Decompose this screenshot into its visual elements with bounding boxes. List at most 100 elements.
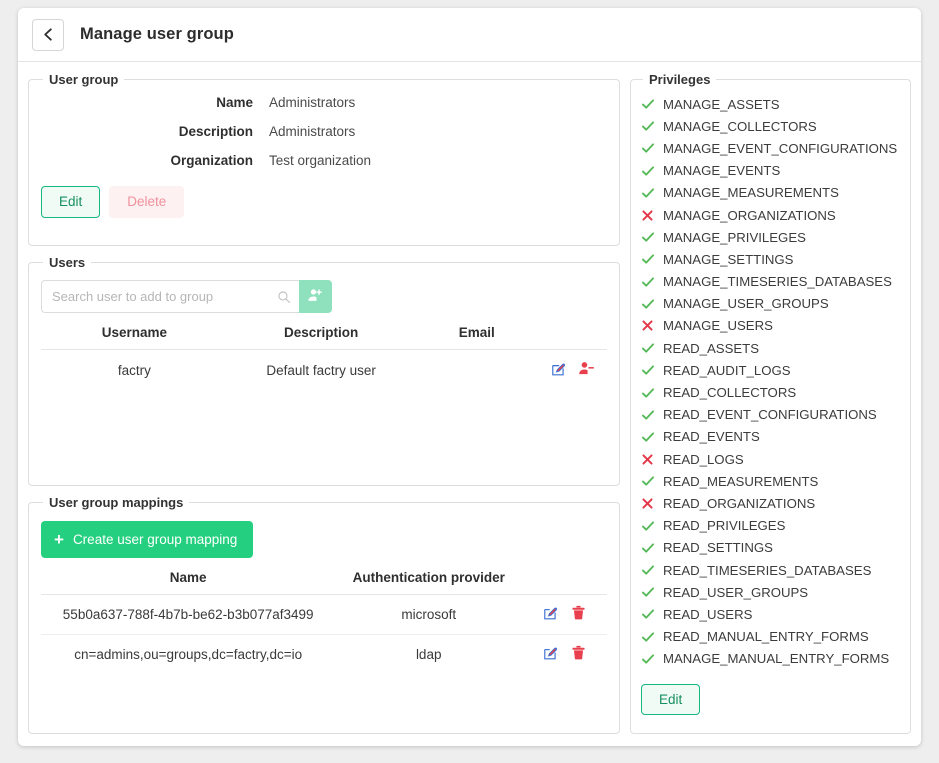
check-icon [641,652,663,666]
mapping-provider-cell: microsoft [335,594,523,636]
page-body: User group Name Administrators Descripti… [18,62,921,746]
back-button[interactable] [32,18,64,51]
user-search-wrapper [41,280,299,314]
users-table-header-row: Username Description Email [41,319,607,351]
privilege-name: READ_USERS [663,606,753,622]
check-icon [641,386,663,400]
privilege-name: READ_EVENT_CONFIGURATIONS [663,407,877,423]
table-row: factry Default factry user [41,350,607,391]
privilege-name: MANAGE_TIMESERIES_DATABASES [663,274,892,290]
edit-mapping-button[interactable] [539,605,563,624]
search-input[interactable] [41,280,299,314]
edit-user-button[interactable] [547,361,571,380]
privilege-name: MANAGE_EVENTS [663,163,781,179]
privilege-item: MANAGE_TIMESERIES_DATABASES [641,271,898,293]
check-icon [641,230,663,244]
pencil-square-icon [543,647,559,664]
users-legend: Users [49,255,86,271]
privilege-name: MANAGE_MEASUREMENTS [663,185,839,201]
right-column: Privileges MANAGE_ASSETS MANAGE_COLLECTOR… [630,72,911,734]
privilege-name: MANAGE_ASSETS [663,96,780,112]
field-organization-row: Organization Test organization [41,153,607,168]
check-icon [641,519,663,533]
trash-icon [571,606,586,624]
privilege-item: READ_ORGANIZATIONS [641,492,898,514]
check-icon [641,585,663,599]
app-root: Manage user group User group Name Admini… [0,0,939,763]
privilege-item: MANAGE_EVENTS [641,160,898,182]
check-icon [641,630,663,644]
add-user-button[interactable] [299,280,332,314]
field-organization-label: Organization [170,153,253,168]
privilege-item: MANAGE_EVENT_CONFIGURATIONS [641,137,898,159]
privilege-name: READ_SETTINGS [663,540,773,556]
mappings-col-provider: Authentication provider [335,564,523,596]
users-col-email: Email [414,319,540,351]
edit-user-group-button[interactable]: Edit [41,186,101,218]
create-mapping-label: Create user group mapping [72,532,238,548]
check-icon [641,607,663,621]
mappings-table-header-row: Name Authentication provider [41,564,607,596]
users-col-username: Username [41,319,228,351]
remove-user-button[interactable] [574,360,599,380]
page-title: Manage user group [80,25,234,43]
check-icon [641,474,663,488]
cross-icon [641,319,663,332]
user-search-row [41,280,607,314]
users-table: Username Description Email factry Defaul… [41,319,607,390]
chevron-left-icon [41,27,56,42]
create-user-group-mapping-button[interactable]: + Create user group mapping [41,521,254,559]
privilege-item: MANAGE_MEASUREMENTS [641,182,898,204]
privilege-item: READ_TIMESERIES_DATABASES [641,559,898,581]
check-icon [641,563,663,577]
user-group-legend: User group [49,72,119,87]
privileges-legend: Privileges [649,72,711,87]
user-minus-icon [578,362,595,380]
privilege-item: READ_COLLECTORS [641,381,898,403]
mapping-row-actions [522,594,607,636]
mapping-name-cell: cn=admins,ou=groups,dc=factry,dc=io [74,647,303,663]
mapping-row-actions [522,635,607,675]
check-icon [641,363,663,377]
pencil-square-icon [543,607,559,624]
privileges-actions: Edit [641,683,898,716]
user-email-cell [415,350,540,391]
privileges-panel: Privileges MANAGE_ASSETS MANAGE_COLLECTOR… [630,72,911,734]
edit-privileges-button[interactable]: Edit [641,683,701,716]
privilege-name: MANAGE_EVENT_CONFIGURATIONS [663,140,898,156]
mapping-provider-cell: ldap [415,647,442,663]
field-organization-value: Test organization [269,153,372,168]
privilege-name: READ_TIMESERIES_DATABASES [663,562,872,578]
user-row-actions [539,350,607,391]
privilege-name: MANAGE_COLLECTORS [663,118,817,134]
check-icon [641,119,663,133]
privilege-name: READ_MANUAL_ENTRY_FORMS [663,629,869,645]
users-panel: Users Search user to add to group Userna… [28,255,620,487]
check-icon [641,186,663,200]
privilege-item: MANAGE_ORGANIZATIONS [641,204,898,226]
table-row: 55b0a637-788f-4b7b-be62-b3b077af3499 mic… [41,594,607,636]
privilege-item: MANAGE_USER_GROUPS [641,293,898,315]
privilege-item: READ_SETTINGS [641,537,898,559]
table-row: cn=admins,ou=groups,dc=factry,dc=io ldap [41,635,607,675]
user-username-cell: factry [117,362,151,378]
privilege-name: READ_PRIVILEGES [663,518,786,534]
mappings-col-actions [522,564,607,596]
page-header: Manage user group [18,8,921,62]
privilege-name: READ_COLLECTORS [663,385,797,401]
check-icon [641,541,663,555]
privilege-item: READ_USER_GROUPS [641,581,898,603]
cross-icon [641,453,663,466]
privilege-item: MANAGE_USERS [641,315,898,337]
privilege-item: READ_EVENTS [641,426,898,448]
delete-mapping-button[interactable] [567,605,590,624]
privilege-item: MANAGE_PRIVILEGES [641,226,898,248]
privilege-name: MANAGE_MANUAL_ENTRY_FORMS [663,651,890,667]
check-icon [641,275,663,289]
delete-mapping-button[interactable] [567,645,590,664]
check-icon [641,297,663,311]
privilege-name: READ_AUDIT_LOGS [663,362,791,378]
privilege-name: MANAGE_SETTINGS [663,251,794,267]
pencil-square-icon [551,363,567,380]
edit-mapping-button[interactable] [539,645,563,664]
